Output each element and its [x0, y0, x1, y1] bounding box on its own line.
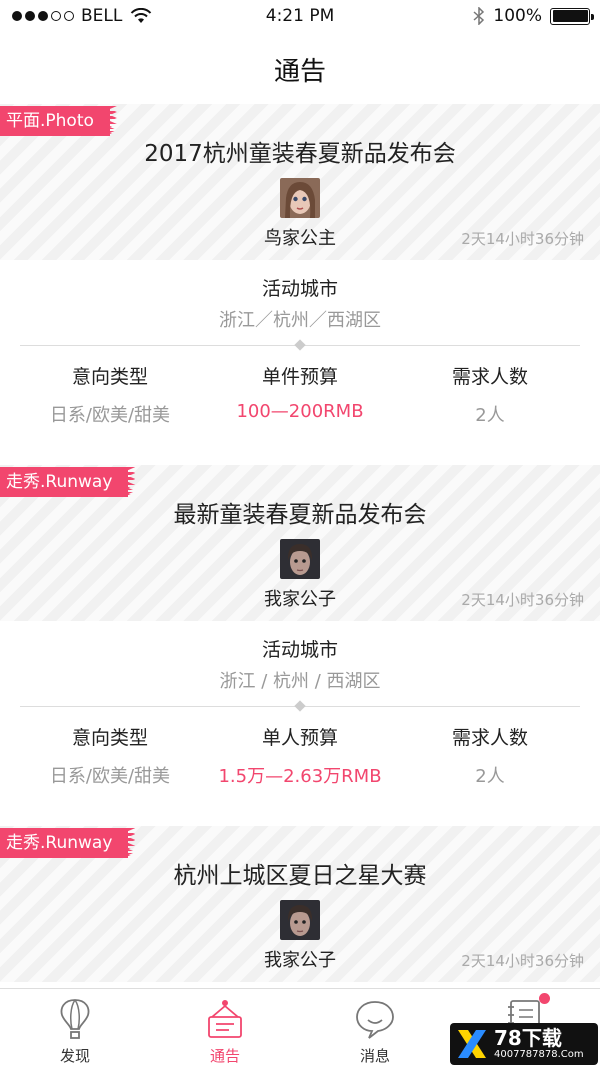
headcount-value: 2人 [475, 405, 505, 426]
card-header[interactable]: 平面.Photo 2017杭州童装春夏新品发布会 鸟家公主 2天14小时36分钟 [0, 104, 600, 260]
watermark-logo: 78下载 4007787878.Com [450, 1023, 598, 1065]
headcount-column: 需求人数 2人 [390, 362, 590, 427]
notice-board-icon [208, 1000, 242, 1038]
type-label: 意向类型 [71, 727, 148, 749]
time-ago: 2天14小时36分钟 [461, 591, 584, 609]
type-label: 意向类型 [71, 366, 148, 388]
divider-diamond [294, 339, 306, 351]
category-tag: 走秀.Runway [0, 828, 129, 858]
chat-bubble-icon [356, 1001, 394, 1039]
tab-discover[interactable]: 发现 [0, 989, 150, 1067]
tab-label: 消息 [359, 1047, 390, 1065]
battery-icon [550, 7, 594, 25]
notice-card[interactable]: 走秀.Runway 杭州上城区夏日之星大赛 我家公子 2天14小时36分钟 [0, 826, 600, 982]
avatar[interactable] [280, 178, 320, 218]
city-value: 浙江／杭州／西湖区 [219, 310, 381, 331]
city-label: 活动城市 [261, 278, 338, 300]
avatar[interactable] [280, 900, 320, 940]
category-tag: 平面.Photo [0, 106, 110, 136]
time-ago: 2天14小时36分钟 [461, 230, 584, 248]
time-ago: 2天14小时36分钟 [461, 952, 584, 970]
watermark-sub: 4007787878.Com [494, 1049, 584, 1060]
budget-label: 单件预算 [261, 366, 338, 388]
tab-label: 通告 [209, 1047, 240, 1065]
headcount-column: 需求人数 2人 [390, 723, 590, 788]
card-title: 杭州上城区夏日之星大赛 [173, 863, 427, 889]
tab-notices[interactable]: 通告 [150, 989, 300, 1067]
bluetooth-icon [473, 7, 485, 25]
card-title: 最新童装春夏新品发布会 [173, 502, 427, 528]
card-header[interactable]: 走秀.Runway 最新童装春夏新品发布会 我家公子 2天14小时36分钟 [0, 465, 600, 621]
budget-label: 单人预算 [261, 727, 338, 749]
city-value: 浙江 / 杭州 / 西湖区 [219, 671, 381, 692]
hot-air-balloon-icon [60, 999, 90, 1039]
status-right: 100% [473, 6, 594, 26]
card-body: 活动城市 浙江／杭州／西湖区 意向类型 日系/欧美/甜美 单件预算 100—20… [0, 260, 600, 465]
notice-card[interactable]: 走秀.Runway 最新童装春夏新品发布会 我家公子 2天14小时36分钟 活动… [0, 465, 600, 826]
battery-percent: 100% [493, 6, 542, 26]
category-tag: 走秀.Runway [0, 467, 129, 497]
budget-value: 100—200RMB [236, 401, 364, 422]
notification-badge [539, 993, 550, 1004]
notice-card[interactable]: 平面.Photo 2017杭州童装春夏新品发布会 鸟家公主 2天14小时36分钟… [0, 104, 600, 465]
headcount-value: 2人 [475, 766, 505, 787]
budget-column: 单人预算 1.5万—2.63万RMB [200, 723, 400, 788]
budget-value: 1.5万—2.63万RMB [218, 766, 382, 787]
type-column: 意向类型 日系/欧美/甜美 [10, 362, 210, 427]
card-body: 活动城市 浙江 / 杭州 / 西湖区 意向类型 日系/欧美/甜美 单人预算 1.… [0, 621, 600, 826]
headcount-label: 需求人数 [451, 727, 528, 749]
x-logo-icon [458, 1030, 486, 1058]
avatar[interactable] [280, 539, 320, 579]
budget-column: 单件预算 100—200RMB [200, 362, 400, 422]
tab-label: 发现 [59, 1047, 90, 1065]
type-value: 日系/欧美/甜美 [49, 405, 171, 426]
city-label: 活动城市 [261, 639, 338, 661]
tab-messages[interactable]: 消息 [300, 989, 450, 1067]
headcount-label: 需求人数 [451, 366, 528, 388]
type-value: 日系/欧美/甜美 [49, 766, 171, 787]
nav-bar: 通告 [0, 34, 600, 104]
watermark-main: 78下载 [494, 1026, 562, 1050]
page-title: 通告 [273, 56, 326, 87]
type-column: 意向类型 日系/欧美/甜美 [10, 723, 210, 788]
status-bar: BELL 4:21 PM 100% [0, 0, 600, 34]
card-header[interactable]: 走秀.Runway 杭州上城区夏日之星大赛 我家公子 2天14小时36分钟 [0, 826, 600, 982]
divider-diamond [294, 700, 306, 712]
card-title: 2017杭州童装春夏新品发布会 [144, 141, 456, 167]
